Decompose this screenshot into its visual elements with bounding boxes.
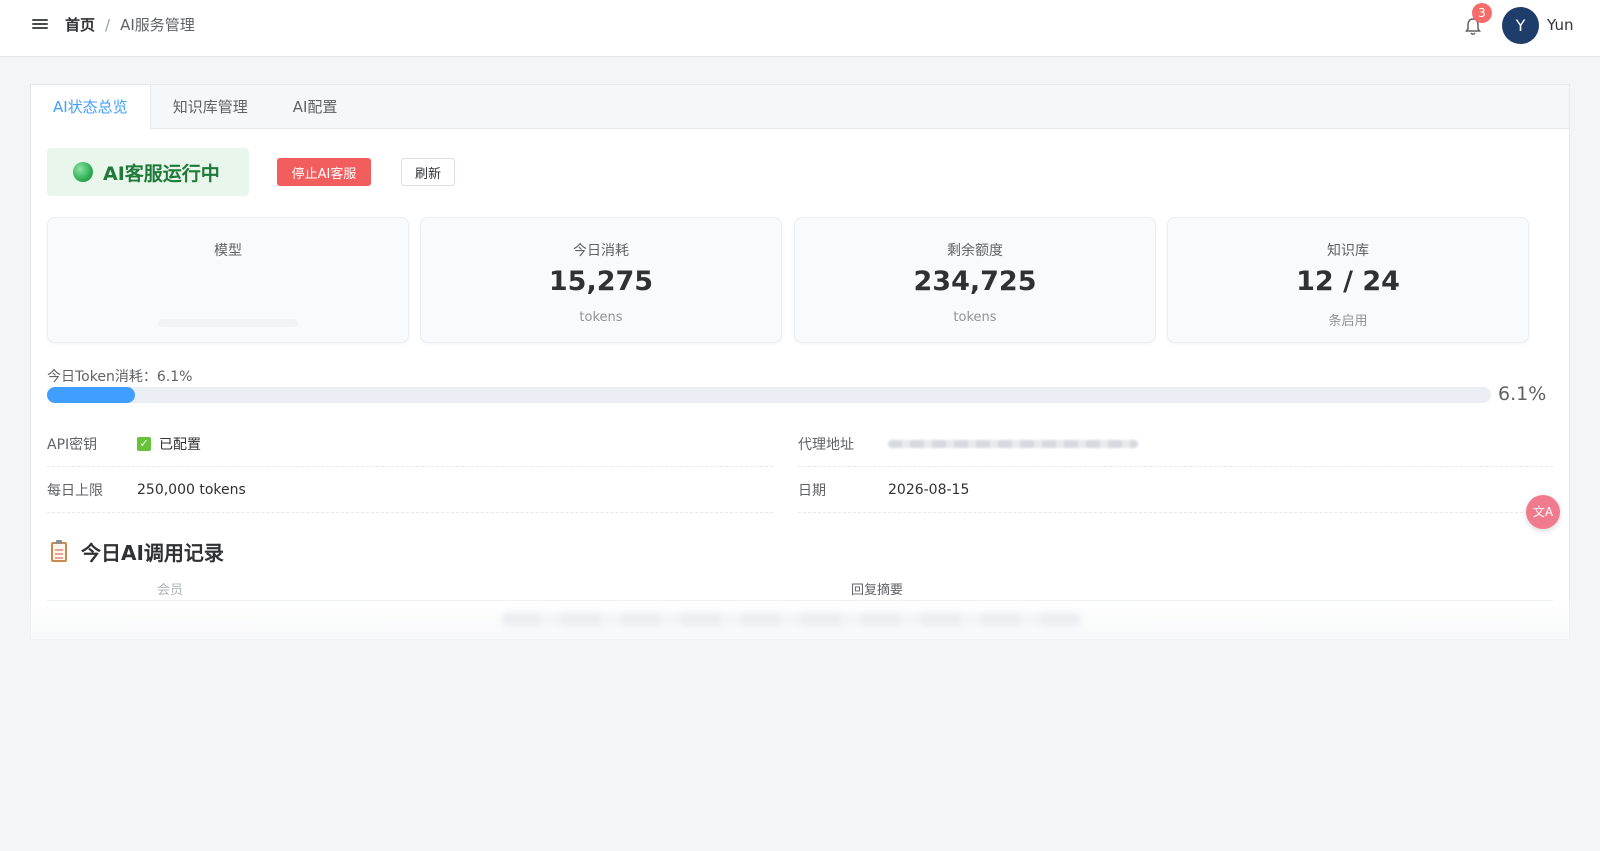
status-text: AI客服运行中 (103, 162, 220, 185)
clipboard-icon (51, 539, 67, 562)
stat-card-model: 模型 (47, 217, 409, 343)
info-key: 每日上限 (47, 482, 103, 499)
fade-overlay (0, 598, 1600, 658)
stat-label: 模型 (214, 243, 242, 259)
stop-ai-button[interactable]: 停止AI客服 (277, 158, 371, 186)
breadcrumb: 首页 / AI服务管理 (65, 14, 195, 35)
stat-label: 知识库 (1327, 243, 1369, 259)
stat-unit: tokens (953, 310, 997, 325)
stat-value: 15,275 (548, 266, 654, 297)
info-proxy: 代理地址 (798, 421, 1553, 467)
tab-bar: AI状态总览 知识库管理 AI配置 (31, 85, 1569, 130)
info-grid: API密钥 ✓ 已配置 代理地址 每日上限 250,000 tokens 日期 … (47, 421, 1553, 513)
stat-card-knowledge: 知识库 12 / 24 条启用 (1167, 217, 1529, 343)
stat-card-today-usage: 今日消耗 15,275 tokens (420, 217, 782, 343)
stat-unit: tokens (579, 310, 623, 325)
status-indicator: AI客服运行中 (47, 148, 249, 196)
info-daily-limit: 每日上限 250,000 tokens (47, 467, 773, 513)
stats-row: 模型 今日消耗 15,275 tokens 剩余额度 234,725 token… (47, 217, 1553, 343)
top-header: 首页 / AI服务管理 3 Y Yun (0, 0, 1600, 57)
breadcrumb-home[interactable]: 首页 (65, 14, 95, 35)
stat-value: 234,725 (913, 266, 1037, 297)
check-icon: ✓ (137, 436, 151, 451)
records-section-title: 今日AI调用记录 (51, 537, 224, 566)
avatar[interactable]: Y (1502, 7, 1539, 44)
info-date: 日期 2026-08-15 (798, 467, 1553, 513)
username[interactable]: Yun (1547, 16, 1573, 34)
records-title: 今日AI调用记录 (81, 541, 224, 565)
stat-value: 12 / 24 (1296, 266, 1400, 297)
token-usage-label: 今日Token消耗：6.1% (47, 369, 193, 385)
menu-toggle-icon[interactable] (32, 17, 48, 33)
token-progress-percent: 6.1% (1498, 383, 1547, 405)
tab-ai-status[interactable]: AI状态总览 (31, 85, 151, 130)
info-value: ✓ 已配置 (137, 434, 201, 454)
tab-ai-config[interactable]: AI配置 (271, 85, 361, 129)
stat-unit: 条启用 (1328, 314, 1368, 329)
breadcrumb-separator: / (105, 15, 111, 34)
redacted-model-name (158, 319, 298, 327)
info-value: 250,000 tokens (137, 481, 246, 498)
token-progress-fill (47, 387, 136, 403)
info-key: API密钥 (47, 436, 98, 453)
column-member: 会员 (157, 583, 184, 598)
status-row: AI客服运行中 停止AI客服 刷新 (47, 148, 647, 196)
breadcrumb-current: AI服务管理 (120, 16, 195, 34)
main-card: AI状态总览 知识库管理 AI配置 AI客服运行中 停止AI客服 刷新 模型 今… (30, 84, 1570, 640)
info-key: 日期 (798, 482, 826, 499)
info-api-key: API密钥 ✓ 已配置 (47, 421, 773, 467)
refresh-button[interactable]: 刷新 (401, 158, 455, 186)
api-key-status: 已配置 (159, 436, 201, 453)
info-key: 代理地址 (798, 436, 854, 453)
info-value: 2026-08-15 (888, 481, 970, 498)
redacted-proxy-url (888, 439, 1138, 448)
stat-label: 今日消耗 (573, 243, 629, 259)
translate-icon[interactable]: 文A (1526, 495, 1560, 529)
notification-badge: 3 (1472, 3, 1492, 23)
stat-card-remaining: 剩余额度 234,725 tokens (794, 217, 1156, 343)
token-progress-bar (47, 387, 1491, 403)
records-table-header: 会员 回复摘要 (47, 571, 1553, 601)
tab-knowledge-base[interactable]: 知识库管理 (151, 85, 271, 129)
column-reply-summary: 回复摘要 (851, 583, 904, 598)
stat-label: 剩余额度 (947, 243, 1003, 259)
status-dot-icon (73, 162, 93, 182)
info-value (888, 439, 1138, 448)
